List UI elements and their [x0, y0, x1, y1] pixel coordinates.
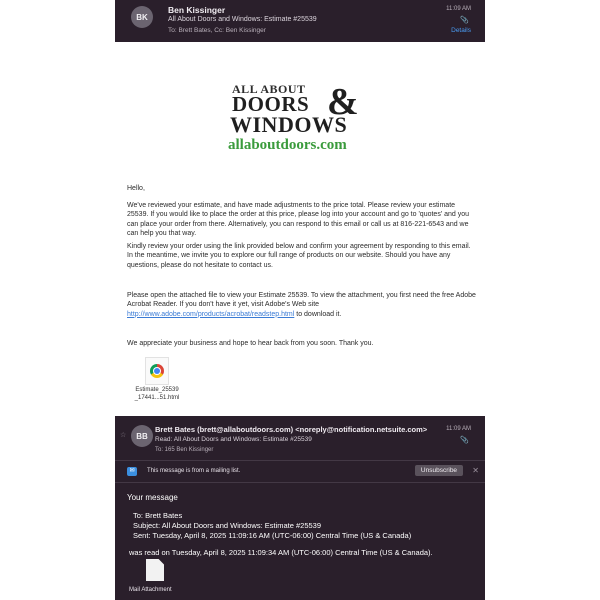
sender-name: Ben Kissinger [168, 5, 226, 15]
mailing-list-text: This message is from a mailing list. [147, 468, 241, 474]
receipt-subject: Subject: All About Doors and Windows: Es… [133, 521, 322, 530]
paperclip-icon: 📎 [460, 437, 469, 444]
paragraph-3-tail: to download it. [294, 310, 342, 318]
mail-icon: ✉ [127, 467, 137, 476]
email-viewer: BK Ben Kissinger All About Doors and Win… [115, 0, 485, 600]
attachment-name-line2: _17441...51.html [134, 394, 180, 401]
attachment-name-line1: Estimate_25539 [135, 387, 179, 393]
receipt-to: To: Brett Bates [133, 511, 183, 520]
closing-line: We appreciate your business and hope to … [127, 340, 374, 347]
body-paragraph-1: We've reviewed your estimate, and have m… [127, 202, 470, 237]
greeting: Hello, [127, 185, 145, 192]
company-logo: ALL ABOUT DOORS & WINDOWS allaboutdoors.… [228, 81, 378, 156]
email-time: 11:09 AM [446, 6, 471, 12]
document-icon[interactable] [146, 559, 164, 581]
your-message-label: Your message [127, 493, 178, 502]
recipients-line: To: Brett Bates, Cc: Ben Kissinger [168, 27, 266, 34]
divider [115, 460, 485, 461]
paperclip-icon: 📎 [460, 17, 469, 24]
close-icon[interactable]: ✕ [472, 466, 479, 475]
divider [115, 482, 485, 483]
email-time: 11:09 AM [446, 426, 471, 432]
mail-attachment-name[interactable]: Mail Attachment [129, 587, 172, 593]
sender-line: Brett Bates (brett@allaboutdoors.com) <n… [155, 425, 428, 434]
chrome-icon [150, 364, 164, 378]
receipt-read-time: was read on Tuesday, April 8, 2025 11:09… [129, 548, 433, 557]
unsubscribe-button[interactable]: Unsubscribe [415, 465, 463, 476]
avatar: BB [131, 425, 153, 447]
logo-line3: WINDOWS [230, 112, 348, 137]
details-link[interactable]: Details [451, 27, 471, 34]
body-paragraph-2: Kindly review your order using the link … [127, 243, 471, 269]
avatar: BK [131, 6, 153, 28]
file-thumbnail [145, 357, 169, 385]
recipients-line: To: 165 Ben Kissinger [155, 447, 214, 453]
read-receipt-email: ☆ BB Brett Bates (brett@allaboutdoors.co… [115, 416, 485, 600]
adobe-link[interactable]: http://www.adobe.com/products/acrobat/re… [127, 311, 294, 318]
body-paragraph-3: Please open the attached file to view yo… [127, 291, 477, 319]
email-subject: All About Doors and Windows: Estimate #2… [168, 16, 317, 23]
receipt-sent: Sent: Tuesday, April 8, 2025 11:09:16 AM… [133, 531, 412, 540]
email-subject: Read: All About Doors and Windows: Estim… [155, 436, 312, 443]
paragraph-3-text: Please open the attached file to view yo… [127, 292, 476, 309]
email-header: BK Ben Kissinger All About Doors and Win… [115, 0, 485, 42]
logo-domain: allaboutdoors.com [228, 137, 347, 153]
mailing-list-banner: ✉ This message is from a mailing list. U… [115, 462, 485, 482]
html-attachment[interactable]: Estimate_25539 _17441...51.html [129, 357, 185, 402]
star-icon[interactable]: ☆ [120, 431, 126, 439]
